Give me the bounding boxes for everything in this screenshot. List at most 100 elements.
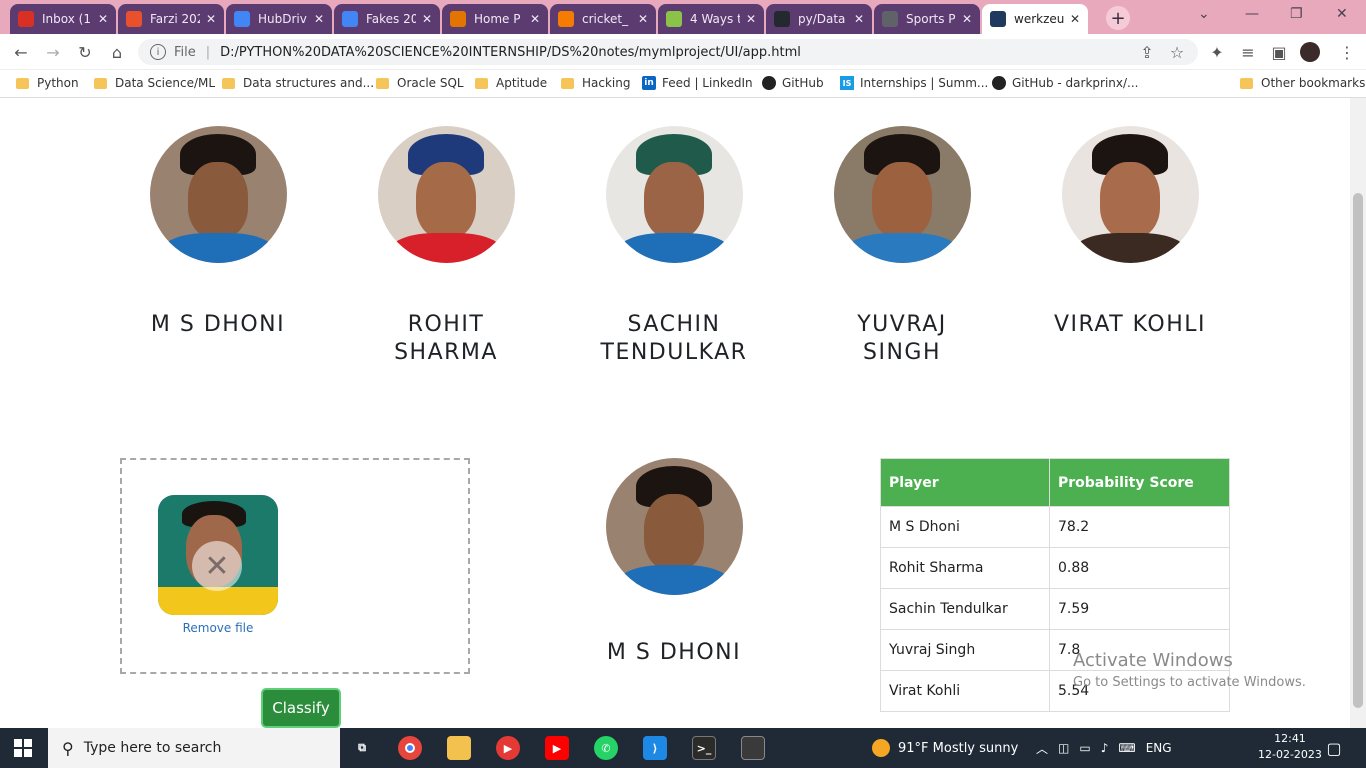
- tab-close-icon[interactable]: ✕: [422, 12, 432, 26]
- network-icon[interactable]: ◫: [1058, 741, 1069, 755]
- avatar-face: [415, 161, 477, 239]
- restore-button[interactable]: ❐: [1290, 6, 1303, 22]
- tab-close-icon[interactable]: ✕: [314, 12, 324, 26]
- new-tab-button[interactable]: +: [1106, 6, 1130, 30]
- folder-icon: [222, 77, 235, 89]
- bookmark-item[interactable]: Hacking: [561, 76, 630, 90]
- upload-dropzone[interactable]: ✕ Remove file: [120, 458, 470, 674]
- scrollbar-thumb[interactable]: [1353, 193, 1363, 708]
- linkedin-icon: in: [642, 76, 656, 90]
- search-icon: ⚲: [62, 738, 74, 758]
- side-panel-icon[interactable]: ▣: [1268, 41, 1290, 63]
- close-icon[interactable]: ✕: [192, 541, 242, 591]
- terminal-icon[interactable]: >_: [692, 736, 716, 760]
- bookmark-item[interactable]: Data Science/ML: [94, 76, 215, 90]
- app-window-icon[interactable]: [741, 736, 765, 760]
- back-icon[interactable]: ←: [10, 41, 32, 63]
- web-page: M S DHONI ROHIT SHARMA SACHIN TENDULKAR YUV…: [0, 98, 1366, 728]
- classify-button[interactable]: Classify: [261, 688, 341, 728]
- bookmark-label: Data structures and...: [243, 76, 375, 90]
- tab-favicon-icon: [234, 11, 250, 27]
- table-header-row: Player Probability Score: [880, 458, 1230, 507]
- volume-icon[interactable]: ♪: [1101, 741, 1109, 755]
- profile-avatar[interactable]: [1300, 42, 1320, 62]
- chevron-up-icon[interactable]: ︿: [1036, 740, 1048, 757]
- media-player-icon[interactable]: ▶: [496, 736, 520, 760]
- browser-tab[interactable]: cricket_ ✕: [550, 4, 656, 34]
- keyboard-icon[interactable]: ⌨: [1118, 741, 1135, 755]
- forward-icon[interactable]: →: [42, 41, 64, 63]
- home-icon[interactable]: ⌂: [106, 41, 128, 63]
- thumb-jersey: [158, 587, 278, 615]
- remove-file-link[interactable]: Remove file: [158, 621, 278, 635]
- tab-close-icon[interactable]: ✕: [746, 12, 756, 26]
- tab-favicon-icon: [558, 11, 574, 27]
- player-card: VIRAT KOHLI: [1050, 126, 1210, 339]
- bookmark-item[interactable]: GitHub: [762, 76, 824, 90]
- browser-tab[interactable]: 4 Ways t ✕: [658, 4, 764, 34]
- bookmark-item[interactable]: Oracle SQL: [376, 76, 464, 90]
- tab-close-icon[interactable]: ✕: [638, 12, 648, 26]
- tab-favicon-icon: [666, 11, 682, 27]
- avatar-jersey: [163, 232, 273, 263]
- tab-close-icon[interactable]: ✕: [1070, 12, 1080, 26]
- bookmark-item[interactable]: GitHub - darkprinx/...: [992, 76, 1138, 90]
- result-avatar: [605, 458, 743, 595]
- bookmark-item[interactable]: Python: [16, 76, 79, 90]
- taskbar-search-box[interactable]: ⚲ Type here to search: [48, 728, 340, 768]
- bookmark-item[interactable]: in Feed | LinkedIn: [642, 76, 753, 90]
- bookmark-star-icon[interactable]: ☆: [1166, 41, 1188, 63]
- minimize-button[interactable]: —: [1245, 6, 1259, 22]
- tray-icons[interactable]: ︿ ◫ ▭ ♪ ⌨ ENG: [1036, 728, 1172, 768]
- tab-close-icon[interactable]: ✕: [962, 12, 972, 26]
- page-scrollbar[interactable]: [1350, 98, 1366, 728]
- browser-tab[interactable]: HubDriv ✕: [226, 4, 332, 34]
- browser-tab[interactable]: Farzi 202 ✕: [118, 4, 224, 34]
- bookmark-item[interactable]: Aptitude: [475, 76, 547, 90]
- whatsapp-icon[interactable]: ✆: [594, 736, 618, 760]
- language-indicator[interactable]: ENG: [1146, 741, 1172, 755]
- weather-widget[interactable]: 91°F Mostly sunny: [872, 728, 1018, 768]
- close-window-button[interactable]: ✕: [1336, 6, 1348, 22]
- browser-tab[interactable]: Home P ✕: [442, 4, 548, 34]
- player-name: M S DHONI: [150, 312, 286, 337]
- notifications-icon[interactable]: ▢: [1322, 736, 1346, 760]
- tab-close-icon[interactable]: ✕: [98, 12, 108, 26]
- file-explorer-icon[interactable]: [447, 736, 471, 760]
- tab-search-icon[interactable]: ⌄: [1198, 6, 1210, 22]
- youtube-icon[interactable]: ▶: [545, 736, 569, 760]
- tab-close-icon[interactable]: ✕: [206, 12, 216, 26]
- task-view-icon[interactable]: ⧉: [350, 736, 374, 760]
- site-info-icon[interactable]: i: [150, 44, 166, 60]
- share-icon[interactable]: ⇪: [1136, 41, 1158, 63]
- table-cell-player: Sachin Tendulkar: [880, 588, 1050, 630]
- tab-close-icon[interactable]: ✕: [854, 12, 864, 26]
- menu-icon[interactable]: ⋮: [1336, 41, 1358, 63]
- folder-icon: [1240, 77, 1253, 89]
- browser-tab[interactable]: werkzeu ✕: [982, 4, 1088, 34]
- system-clock[interactable]: 12:41 12-02-2023: [1258, 731, 1322, 763]
- bookmark-item[interactable]: Data structures and...: [222, 76, 374, 90]
- browser-tab[interactable]: py/Data ✕: [766, 4, 872, 34]
- reload-icon[interactable]: ↻: [74, 41, 96, 63]
- bookmark-label: Python: [37, 76, 79, 90]
- chrome-icon[interactable]: [398, 736, 422, 760]
- address-bar[interactable]: i File | D:/PYTHON%20DATA%20SCIENCE%20IN…: [138, 39, 1198, 65]
- player-card: YUVRAJ SINGH: [822, 126, 982, 367]
- result-card: M S DHONI: [594, 458, 754, 667]
- browser-tab[interactable]: Inbox (1 ✕: [10, 4, 116, 34]
- vscode-icon[interactable]: ⟩: [643, 736, 667, 760]
- bookmark-item[interactable]: Other bookmarks: [1240, 76, 1365, 90]
- browser-tab[interactable]: Sports P ✕: [874, 4, 980, 34]
- table-cell-score: 0.88: [1049, 547, 1230, 589]
- browser-tab[interactable]: Fakes 20 ✕: [334, 4, 440, 34]
- bookmark-item[interactable]: IS Internships | Summ...: [840, 76, 988, 90]
- windows-start-icon[interactable]: [14, 739, 32, 757]
- battery-icon[interactable]: ▭: [1079, 741, 1090, 755]
- media-icon[interactable]: ≡: [1237, 41, 1259, 63]
- avatar-jersey: [619, 564, 729, 595]
- bookmarks-bar: Python Data Science/ML Data structures and…: [0, 70, 1366, 98]
- player-avatar: [149, 126, 287, 263]
- tab-close-icon[interactable]: ✕: [530, 12, 540, 26]
- extensions-icon[interactable]: ✦: [1206, 41, 1228, 63]
